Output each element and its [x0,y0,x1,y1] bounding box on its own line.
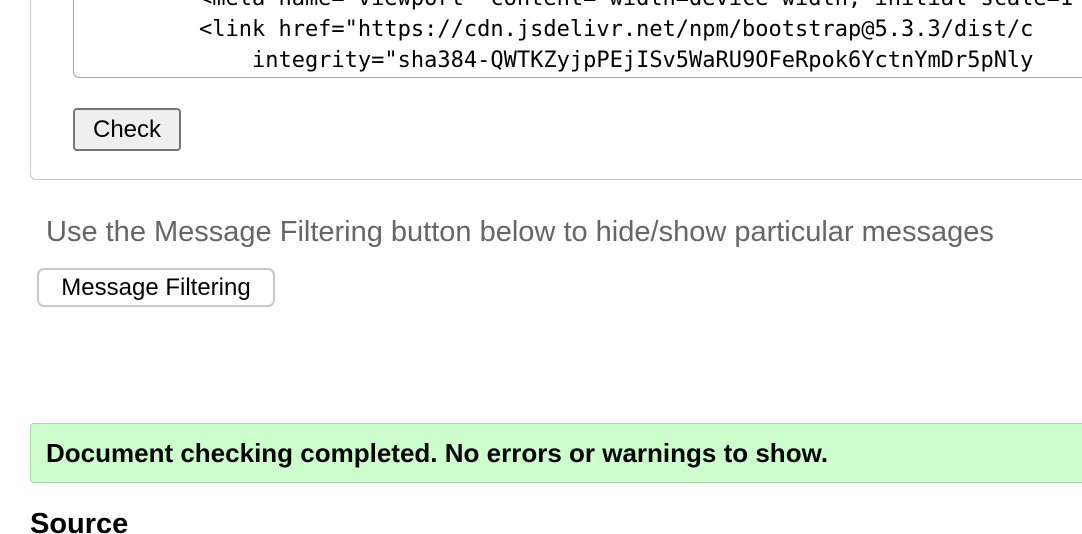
message-filtering-button[interactable]: Message Filtering [37,268,275,307]
source-line: <link href="https://cdn.jsdelivr.net/npm… [146,17,1034,42]
message-filtering-hint: Use the Message Filtering button below t… [46,216,994,248]
source-section-heading: Source [30,508,129,534]
result-message: Document checking completed. No errors o… [46,438,829,468]
validator-page: <meta name="viewport" content="width=dev… [0,0,1082,534]
source-line: integrity="sha384-QWTKZyjpPEjISv5WaRU9OF… [146,48,1034,73]
check-button[interactable]: Check [73,108,181,151]
source-input-textarea[interactable]: <meta name="viewport" content="width=dev… [73,0,1082,78]
result-success-banner: Document checking completed. No errors o… [30,423,1082,483]
source-line: <meta name="viewport" content="width=dev… [146,0,1082,14]
